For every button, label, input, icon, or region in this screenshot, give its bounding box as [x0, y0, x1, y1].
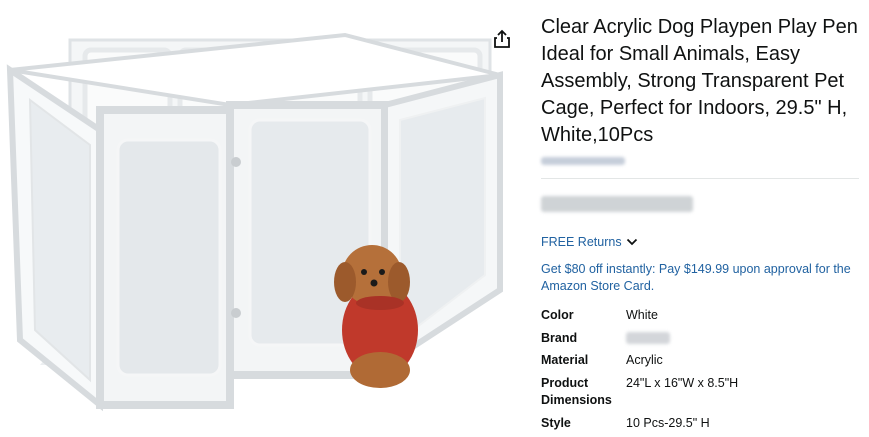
spec-row-material: Material Acrylic: [541, 352, 738, 375]
divider: [541, 178, 859, 179]
spec-row-color: Color White: [541, 307, 738, 330]
spec-row-dimensions: Product Dimensions 24"L x 16"W x 8.5"H: [541, 375, 738, 415]
spec-value: White: [626, 307, 738, 330]
spec-value: 24"L x 16"W x 8.5"H: [626, 375, 738, 415]
spec-key: Product Dimensions: [541, 375, 626, 415]
spec-value: Acrylic: [626, 352, 738, 375]
price-placeholder: [541, 196, 693, 212]
share-icon[interactable]: [491, 28, 513, 50]
spec-row-brand: Brand: [541, 330, 738, 353]
store-card-promo[interactable]: Get $80 off instantly: Pay $149.99 upon …: [541, 261, 859, 295]
chevron-down-icon: [626, 237, 638, 247]
rating-placeholder: [541, 157, 625, 165]
free-returns-link[interactable]: FREE Returns: [541, 235, 859, 249]
spec-key: Brand: [541, 330, 626, 353]
spec-key: Material: [541, 352, 626, 375]
product-image[interactable]: [0, 20, 510, 425]
spec-value: 10 Pcs-29.5" H: [626, 415, 738, 437]
spec-row-style: Style 10 Pcs-29.5" H: [541, 415, 738, 437]
brand-placeholder: [626, 332, 670, 344]
product-title: Clear Acrylic Dog Playpen Play Pen Ideal…: [541, 14, 859, 149]
playpen-illustration: [0, 20, 510, 425]
spec-key: Style: [541, 415, 626, 437]
spec-value: [626, 330, 738, 353]
product-specs-table: Color White Brand Material Acrylic Produ…: [541, 307, 738, 437]
spec-key: Color: [541, 307, 626, 330]
free-returns-label: FREE Returns: [541, 235, 622, 249]
product-info-panel: Clear Acrylic Dog Playpen Play Pen Ideal…: [541, 14, 859, 437]
